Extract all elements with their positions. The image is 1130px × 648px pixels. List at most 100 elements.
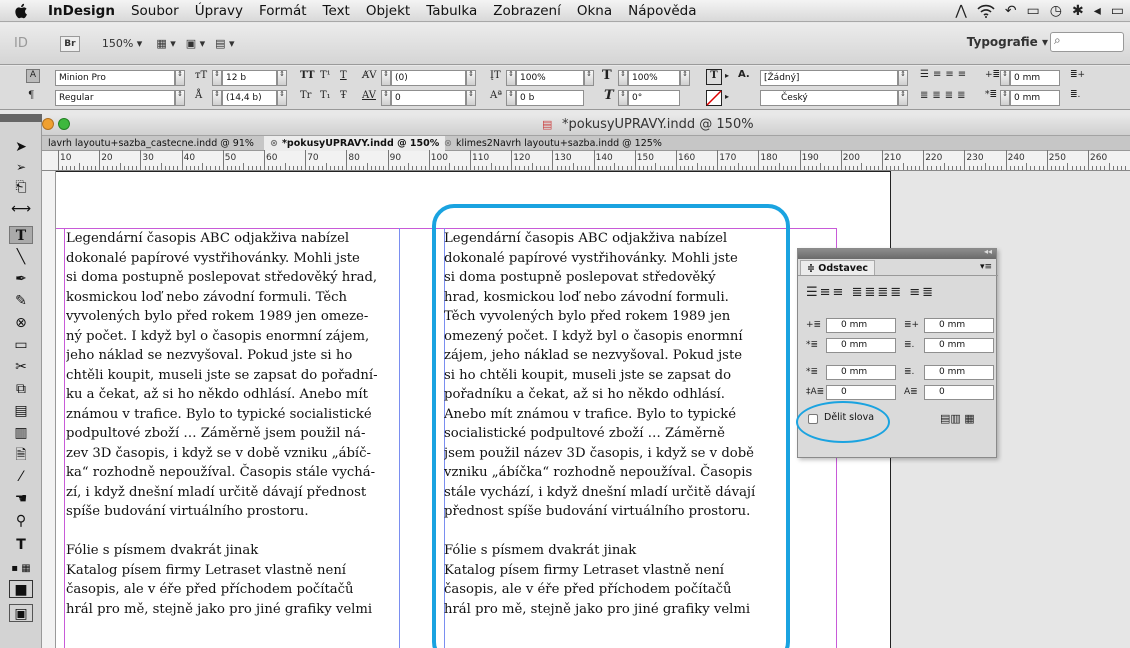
font-family-field[interactable]: Minion Pro [55, 70, 175, 86]
first-line-indent-field[interactable]: 0 mm [1010, 90, 1060, 106]
text-line[interactable]: dokonalé papírové vystřihovánky. Mohli j… [66, 249, 398, 269]
text-line[interactable]: časopis, ale v éře před příchodem počíta… [66, 580, 398, 600]
font-family-dropdown[interactable]: ⇕ [175, 70, 185, 86]
text-line[interactable]: ku a čekat, až si ho někdo odhlásí. Aneb… [66, 385, 398, 405]
arrange-documents-icon[interactable]: ▤ ▾ [215, 37, 234, 50]
subscript-button[interactable]: T₁ [320, 90, 331, 101]
panel-menu-icon[interactable]: ▾≡ [980, 262, 992, 272]
text-column-left[interactable]: Legendární časopis ABC odjakživa nabízel… [66, 229, 398, 648]
text-line[interactable]: známou v trafice. Bylo to typické social… [66, 405, 398, 425]
apple-icon[interactable] [12, 2, 30, 20]
skew-field[interactable]: 0° [628, 90, 680, 106]
stroke-swatch-dropdown[interactable]: ▸ [725, 92, 729, 101]
zoom-window-icon[interactable] [58, 118, 70, 130]
menu-help[interactable]: Nápověda [620, 3, 704, 19]
drop-cap-lines-field[interactable]: 0 [826, 385, 896, 400]
tools-panel-header[interactable] [0, 114, 42, 122]
leading-stepper[interactable]: ⇕ [212, 90, 222, 106]
paragraph-tab[interactable]: ≑ Odstavec [800, 260, 876, 275]
text-line[interactable]: spíše budování virtuálního prostoru. [66, 502, 398, 522]
formatting-affects-text-icon[interactable]: T [9, 536, 33, 554]
language-dropdown[interactable]: ⇕ [898, 90, 908, 106]
menu-text[interactable]: Text [315, 3, 358, 19]
workspace-switcher[interactable]: Typografie ▾ [967, 35, 1048, 49]
menu-app-name[interactable]: InDesign [40, 3, 123, 19]
text-line[interactable]: podpultové zboží … Záměrně jsem použil n… [66, 424, 398, 444]
rectangle-frame-tool-icon[interactable]: ⊗ [9, 314, 33, 332]
page-tool-icon[interactable]: ⎗ [9, 178, 33, 196]
space-before-field[interactable]: 0 mm [826, 365, 896, 380]
document-page[interactable]: Legendární časopis ABC odjakživa nabízel… [56, 171, 891, 648]
tracking-dropdown[interactable]: ⇕ [466, 90, 476, 106]
align-buttons-row1[interactable]: ☰≡≡≡ [920, 69, 970, 80]
character-style-field[interactable]: [Žádný] [760, 70, 898, 86]
volume-icon[interactable]: ◂ [1094, 3, 1101, 19]
language-field[interactable]: Český [760, 90, 898, 106]
tab-klimes2[interactable]: ⊗ klimes2Navrh layoutu+sazba.indd @ 125% [438, 136, 668, 151]
time-machine-icon[interactable]: ◷ [1050, 3, 1062, 19]
menu-file[interactable]: Soubor [123, 3, 187, 19]
kerning-field[interactable]: (0) [391, 70, 466, 86]
eyedropper-tool-icon[interactable]: ⁄ [9, 468, 33, 486]
rectangle-tool-icon[interactable]: ▭ [9, 336, 33, 354]
hand-tool-icon[interactable]: ☚ [9, 490, 33, 508]
grid-alignment-icons[interactable]: ▤▥ ▦ [940, 412, 975, 425]
sync-icon[interactable]: ↶ [1005, 3, 1017, 19]
text-line[interactable]: kosmickou loď nebo závodní formuli. Těch [66, 288, 398, 308]
zoom-tool-icon[interactable]: ⚲ [9, 512, 33, 530]
text-line[interactable]: zí, i když dnešní mladí určitě dávají př… [66, 483, 398, 503]
vertical-scale-field[interactable]: 100% [516, 70, 584, 86]
first-line-indent-stepper[interactable]: ⇕ [1000, 90, 1010, 106]
all-caps-button[interactable]: TT [300, 70, 315, 81]
superscript-button[interactable]: T¹ [320, 70, 331, 81]
skew-stepper[interactable]: ⇕ [618, 90, 628, 106]
fill-text-icon[interactable]: T [706, 69, 722, 85]
font-style-field[interactable]: Regular [55, 90, 175, 106]
tracking-field[interactable]: 0 [391, 90, 466, 106]
gap-tool-icon[interactable]: ⟷ [9, 200, 33, 218]
minimize-window-icon[interactable] [42, 118, 54, 130]
text-line[interactable]: ný počet. I když byl o časopis enormní z… [66, 327, 398, 347]
justify-buttons-row[interactable]: ≣≣≣≣ [920, 90, 970, 101]
menu-view[interactable]: Zobrazení [485, 3, 569, 19]
left-indent-field[interactable]: 0 mm [826, 318, 896, 333]
tab-pokusy-upravy[interactable]: ⊗ *pokusyUPRAVY.indd @ 150% [264, 136, 446, 151]
vertical-scale-dropdown[interactable]: ⇕ [584, 70, 594, 86]
free-transform-tool-icon[interactable]: ⧉ [9, 380, 33, 398]
space-after-field[interactable]: 0 mm [924, 365, 994, 380]
last-line-indent-field[interactable]: 0 mm [924, 338, 994, 353]
panel-header[interactable]: ◂◂ [798, 247, 996, 259]
left-indent-stepper[interactable]: ⇕ [1000, 70, 1010, 86]
vertical-scale-stepper[interactable]: ⇕ [506, 70, 516, 86]
bridge-button[interactable]: Br [59, 35, 80, 52]
pencil-tool-icon[interactable]: ✎ [9, 292, 33, 310]
search-input[interactable]: ⌕ [1050, 32, 1124, 52]
tracking-stepper[interactable]: ⇕ [381, 90, 391, 106]
horizontal-ruler[interactable]: 10 20 30 40 50 60 70 80 90 100 110 120 130 140 150 160 1… [42, 150, 1130, 171]
kerning-stepper[interactable]: ⇕ [381, 70, 391, 86]
text-line[interactable]: hrál pro mě, stejně jako pro jiné grafik… [66, 600, 398, 620]
display-icon[interactable]: ▭ [1027, 3, 1040, 19]
type-tool-icon[interactable]: T [9, 226, 33, 244]
text-line[interactable]: vyvolených bylo před rokem 1989 jen omez… [66, 307, 398, 327]
gradient-feather-tool-icon[interactable]: ▥ [9, 424, 33, 442]
text-line[interactable]: chtěli koupit, museli jste se zapsat do … [66, 366, 398, 386]
text-line[interactable]: Fólie s písmem dvakrát jinak [66, 541, 398, 561]
close-tab-icon[interactable]: ⊗ [444, 138, 452, 149]
bluetooth-icon[interactable]: ✱ [1072, 3, 1084, 19]
close-tab-icon[interactable]: ⊗ [270, 138, 278, 149]
fill-swatch-dropdown[interactable]: ▸ [725, 71, 729, 80]
font-size-field[interactable]: 12 b [222, 70, 277, 86]
menu-edit[interactable]: Úpravy [187, 3, 251, 19]
strikethrough-button[interactable]: Ŧ [340, 90, 347, 101]
font-style-dropdown[interactable]: ⇕ [175, 90, 185, 106]
right-indent-icon[interactable]: ≣+ [1070, 70, 1085, 80]
stroke-none-icon[interactable] [706, 90, 722, 106]
battery-icon[interactable]: ▭ [1111, 3, 1124, 19]
screen-mode-icon[interactable]: ▣ ▾ [186, 37, 205, 50]
font-size-dropdown[interactable]: ⇕ [277, 70, 287, 86]
menu-format[interactable]: Formát [251, 3, 315, 19]
wifi-icon[interactable] [977, 4, 995, 18]
drop-cap-chars-field[interactable]: 0 [924, 385, 994, 400]
pen-tool-icon[interactable]: ✒ [9, 270, 33, 288]
